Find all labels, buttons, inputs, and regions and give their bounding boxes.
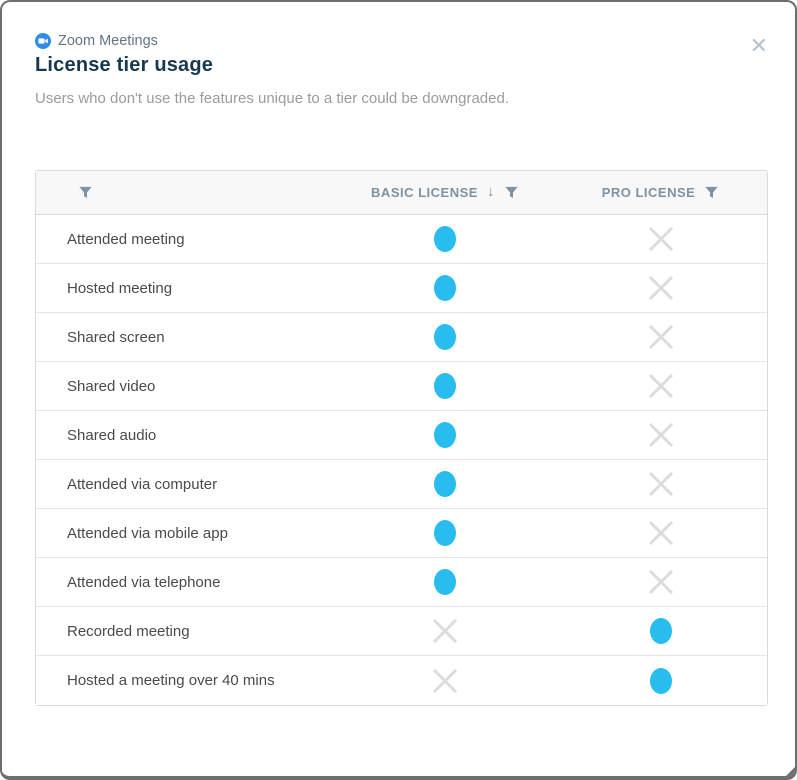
included-dot-icon [434,373,456,399]
zoom-meetings-icon [35,33,51,49]
table-row: Shared video [36,362,767,411]
pro-license-cell [554,422,767,448]
excluded-x-icon [431,618,459,644]
feature-label: Hosted meeting [36,280,336,297]
basic-license-cell [336,618,554,644]
included-dot-icon [434,422,456,448]
included-dot-icon [434,569,456,595]
basic-license-cell [336,569,554,595]
app-name: Zoom Meetings [58,33,158,49]
page-title: License tier usage [35,54,725,77]
pro-license-cell [554,520,767,546]
basic-license-cell [336,668,554,694]
basic-license-sort[interactable]: BASIC LICENSE ↓ [371,184,519,201]
table-row: Attended meeting [36,215,767,264]
excluded-x-icon [647,275,675,301]
table-header-row: BASIC LICENSE ↓ PRO LICENSE [36,171,767,215]
feature-label: Recorded meeting [36,623,336,640]
included-dot-icon [434,275,456,301]
license-table: BASIC LICENSE ↓ PRO LICENSE Attended mee… [35,170,768,706]
basic-license-column-header: BASIC LICENSE ↓ [336,184,554,201]
modal-header: Zoom Meetings License tier usage Users w… [35,33,725,107]
excluded-x-icon [647,226,675,252]
included-dot-icon [434,324,456,350]
basic-license-cell [336,324,554,350]
filter-icon[interactable] [704,185,719,200]
pro-license-cell [554,275,767,301]
included-dot-icon [434,226,456,252]
feature-label: Hosted a meeting over 40 mins [36,672,336,689]
basic-license-label: BASIC LICENSE [371,185,478,200]
feature-label: Shared video [36,378,336,395]
feature-label: Attended via mobile app [36,525,336,542]
table-row: Shared screen [36,313,767,362]
feature-label: Attended via computer [36,476,336,493]
table-body: Attended meeting Hosted meeting Shared scr… [36,215,767,705]
included-dot-icon [434,471,456,497]
pro-license-cell [554,668,767,694]
included-dot-icon [650,618,672,644]
table-row: Hosted meeting [36,264,767,313]
pro-license-sort[interactable]: PRO LICENSE [602,185,720,200]
pro-license-column-header: PRO LICENSE [554,185,767,200]
basic-license-cell [336,471,554,497]
subtitle: Users who don't use the features unique … [35,90,725,107]
feature-label: Shared audio [36,427,336,444]
basic-license-cell [336,422,554,448]
close-button[interactable]: ✕ [750,35,768,57]
excluded-x-icon [431,668,459,694]
included-dot-icon [434,520,456,546]
basic-license-cell [336,226,554,252]
pro-license-cell [554,569,767,595]
table-row: Recorded meeting [36,607,767,656]
table-row: Attended via mobile app [36,509,767,558]
excluded-x-icon [647,324,675,350]
included-dot-icon [650,668,672,694]
excluded-x-icon [647,471,675,497]
pro-license-cell [554,471,767,497]
license-tier-modal: Zoom Meetings License tier usage Users w… [0,0,797,780]
basic-license-cell [336,373,554,399]
pro-license-cell [554,324,767,350]
feature-label: Shared screen [36,329,336,346]
table-row: Attended via telephone [36,558,767,607]
feature-label: Attended meeting [36,231,336,248]
table-row: Shared audio [36,411,767,460]
excluded-x-icon [647,373,675,399]
app-row: Zoom Meetings [35,33,725,49]
filter-icon[interactable] [78,185,93,200]
excluded-x-icon [647,422,675,448]
pro-license-label: PRO LICENSE [602,185,696,200]
pro-license-cell [554,618,767,644]
basic-license-cell [336,520,554,546]
resize-corner [786,767,795,776]
table-row: Hosted a meeting over 40 mins [36,656,767,705]
pro-license-cell [554,373,767,399]
sort-desc-icon: ↓ [487,183,495,200]
feature-label: Attended via telephone [36,574,336,591]
excluded-x-icon [647,569,675,595]
excluded-x-icon [647,520,675,546]
pro-license-cell [554,226,767,252]
feature-column-header [36,185,336,200]
filter-icon[interactable] [504,185,519,200]
table-row: Attended via computer [36,460,767,509]
basic-license-cell [336,275,554,301]
